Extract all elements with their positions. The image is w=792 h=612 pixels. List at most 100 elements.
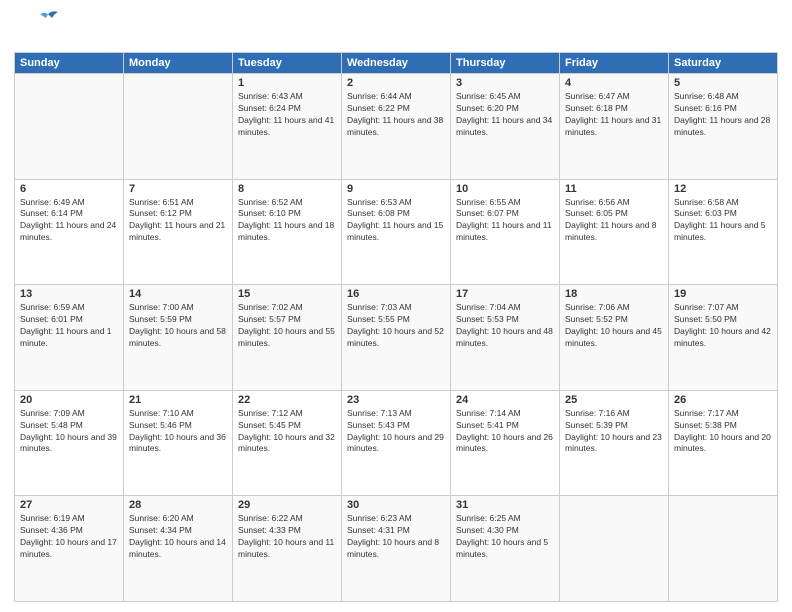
day-cell-4-1: 20 Sunrise: 7:09 AMSunset: 5:48 PMDayligh…: [15, 390, 124, 496]
day-info: Sunrise: 6:53 AMSunset: 6:08 PMDaylight:…: [347, 197, 445, 245]
day-info: Sunrise: 6:23 AMSunset: 4:31 PMDaylight:…: [347, 513, 445, 561]
day-cell-2-5: 10 Sunrise: 6:55 AMSunset: 6:07 PMDayligh…: [451, 179, 560, 285]
day-info: Sunrise: 6:47 AMSunset: 6:18 PMDaylight:…: [565, 91, 663, 139]
day-cell-3-1: 13Sunrise: 6:59 AMSunset: 6:01 PMDayligh…: [15, 285, 124, 391]
day-cell-1-6: 4 Sunrise: 6:47 AMSunset: 6:18 PMDaylight…: [560, 74, 669, 180]
day-number: 5: [674, 77, 772, 89]
day-number: 24: [456, 394, 554, 406]
day-info: Sunrise: 6:52 AMSunset: 6:10 PMDaylight:…: [238, 197, 336, 245]
week-row-2: 6 Sunrise: 6:49 AMSunset: 6:14 PMDaylight…: [15, 179, 778, 285]
day-number: 27: [20, 499, 118, 511]
day-number: 3: [456, 77, 554, 89]
day-info: Sunrise: 6:45 AMSunset: 6:20 PMDaylight:…: [456, 91, 554, 139]
day-info: Sunrise: 6:25 AMSunset: 4:30 PMDaylight:…: [456, 513, 554, 561]
header-day-thursday: Thursday: [451, 53, 560, 74]
day-info: Sunrise: 7:16 AMSunset: 5:39 PMDaylight:…: [565, 408, 663, 456]
day-info: Sunrise: 7:13 AMSunset: 5:43 PMDaylight:…: [347, 408, 445, 456]
day-cell-3-7: 19Sunrise: 7:07 AMSunset: 5:50 PMDayligh…: [669, 285, 778, 391]
day-cell-3-3: 15 Sunrise: 7:02 AMSunset: 5:57 PMDayligh…: [233, 285, 342, 391]
day-info: Sunrise: 6:51 AMSunset: 6:12 PMDaylight:…: [129, 197, 227, 245]
day-number: 1: [238, 77, 336, 89]
day-info: Sunrise: 6:19 AMSunset: 4:36 PMDaylight:…: [20, 513, 118, 561]
day-number: 17: [456, 288, 554, 300]
day-cell-4-4: 23 Sunrise: 7:13 AMSunset: 5:43 PMDayligh…: [342, 390, 451, 496]
header-day-saturday: Saturday: [669, 53, 778, 74]
day-number: 15: [238, 288, 336, 300]
day-number: 12: [674, 183, 772, 195]
day-cell-2-4: 9 Sunrise: 6:53 AMSunset: 6:08 PMDaylight…: [342, 179, 451, 285]
day-cell-2-2: 7 Sunrise: 6:51 AMSunset: 6:12 PMDaylight…: [124, 179, 233, 285]
day-number: 11: [565, 183, 663, 195]
calendar-table: SundayMondayTuesdayWednesdayThursdayFrid…: [14, 52, 778, 602]
day-cell-5-1: 27 Sunrise: 6:19 AMSunset: 4:36 PMDayligh…: [15, 496, 124, 602]
header-day-tuesday: Tuesday: [233, 53, 342, 74]
day-cell-5-3: 29 Sunrise: 6:22 AMSunset: 4:33 PMDayligh…: [233, 496, 342, 602]
day-cell-3-4: 16 Sunrise: 7:03 AMSunset: 5:55 PMDayligh…: [342, 285, 451, 391]
header-day-friday: Friday: [560, 53, 669, 74]
day-cell-3-2: 14Sunrise: 7:00 AMSunset: 5:59 PMDayligh…: [124, 285, 233, 391]
day-number: 9: [347, 183, 445, 195]
day-cell-2-3: 8 Sunrise: 6:52 AMSunset: 6:10 PMDaylight…: [233, 179, 342, 285]
page: SundayMondayTuesdayWednesdayThursdayFrid…: [0, 0, 792, 612]
day-number: 13: [20, 288, 118, 300]
day-info: Sunrise: 6:58 AMSunset: 6:03 PMDaylight:…: [674, 197, 772, 245]
day-cell-2-1: 6 Sunrise: 6:49 AMSunset: 6:14 PMDaylight…: [15, 179, 124, 285]
day-number: 4: [565, 77, 663, 89]
week-row-3: 13Sunrise: 6:59 AMSunset: 6:01 PMDayligh…: [15, 285, 778, 391]
day-cell-4-3: 22Sunrise: 7:12 AMSunset: 5:45 PMDayligh…: [233, 390, 342, 496]
day-number: 16: [347, 288, 445, 300]
day-info: Sunrise: 6:22 AMSunset: 4:33 PMDaylight:…: [238, 513, 336, 561]
day-number: 7: [129, 183, 227, 195]
day-info: Sunrise: 7:09 AMSunset: 5:48 PMDaylight:…: [20, 408, 118, 456]
day-info: Sunrise: 6:55 AMSunset: 6:07 PMDaylight:…: [456, 197, 554, 245]
day-cell-4-7: 26 Sunrise: 7:17 AMSunset: 5:38 PMDayligh…: [669, 390, 778, 496]
day-cell-4-2: 21Sunrise: 7:10 AMSunset: 5:46 PMDayligh…: [124, 390, 233, 496]
day-number: 18: [565, 288, 663, 300]
day-cell-1-5: 3 Sunrise: 6:45 AMSunset: 6:20 PMDaylight…: [451, 74, 560, 180]
day-info: Sunrise: 7:10 AMSunset: 5:46 PMDaylight:…: [129, 408, 227, 456]
header-day-monday: Monday: [124, 53, 233, 74]
day-cell-1-4: 2Sunrise: 6:44 AMSunset: 6:22 PMDaylight…: [342, 74, 451, 180]
day-number: 29: [238, 499, 336, 511]
day-number: 26: [674, 394, 772, 406]
day-number: 8: [238, 183, 336, 195]
day-info: Sunrise: 7:17 AMSunset: 5:38 PMDaylight:…: [674, 408, 772, 456]
day-number: 19: [674, 288, 772, 300]
day-cell-5-5: 31Sunrise: 6:25 AMSunset: 4:30 PMDayligh…: [451, 496, 560, 602]
header-day-wednesday: Wednesday: [342, 53, 451, 74]
day-cell-2-7: 12 Sunrise: 6:58 AMSunset: 6:03 PMDayligh…: [669, 179, 778, 285]
day-info: Sunrise: 7:02 AMSunset: 5:57 PMDaylight:…: [238, 302, 336, 350]
day-cell-5-2: 28 Sunrise: 6:20 AMSunset: 4:34 PMDayligh…: [124, 496, 233, 602]
day-info: Sunrise: 7:04 AMSunset: 5:53 PMDaylight:…: [456, 302, 554, 350]
day-cell-3-6: 18 Sunrise: 7:06 AMSunset: 5:52 PMDayligh…: [560, 285, 669, 391]
header: [14, 10, 778, 46]
day-cell-1-3: 1Sunrise: 6:43 AMSunset: 6:24 PMDaylight…: [233, 74, 342, 180]
day-cell-1-2: [124, 74, 233, 180]
day-cell-1-7: 5Sunrise: 6:48 AMSunset: 6:16 PMDaylight…: [669, 74, 778, 180]
day-info: Sunrise: 7:06 AMSunset: 5:52 PMDaylight:…: [565, 302, 663, 350]
day-cell-2-6: 11 Sunrise: 6:56 AMSunset: 6:05 PMDayligh…: [560, 179, 669, 285]
week-row-4: 20 Sunrise: 7:09 AMSunset: 5:48 PMDayligh…: [15, 390, 778, 496]
day-number: 10: [456, 183, 554, 195]
day-info: Sunrise: 6:44 AMSunset: 6:22 PMDaylight:…: [347, 91, 445, 139]
day-info: Sunrise: 6:20 AMSunset: 4:34 PMDaylight:…: [129, 513, 227, 561]
day-info: Sunrise: 7:14 AMSunset: 5:41 PMDaylight:…: [456, 408, 554, 456]
bird-icon: [38, 10, 58, 26]
week-row-5: 27 Sunrise: 6:19 AMSunset: 4:36 PMDayligh…: [15, 496, 778, 602]
day-number: 6: [20, 183, 118, 195]
day-number: 30: [347, 499, 445, 511]
day-cell-4-5: 24 Sunrise: 7:14 AMSunset: 5:41 PMDayligh…: [451, 390, 560, 496]
day-cell-3-5: 17 Sunrise: 7:04 AMSunset: 5:53 PMDayligh…: [451, 285, 560, 391]
day-info: Sunrise: 6:49 AMSunset: 6:14 PMDaylight:…: [20, 197, 118, 245]
day-info: Sunrise: 6:56 AMSunset: 6:05 PMDaylight:…: [565, 197, 663, 245]
day-cell-4-6: 25Sunrise: 7:16 AMSunset: 5:39 PMDayligh…: [560, 390, 669, 496]
day-info: Sunrise: 7:03 AMSunset: 5:55 PMDaylight:…: [347, 302, 445, 350]
logo: [14, 10, 60, 46]
day-number: 14: [129, 288, 227, 300]
day-number: 20: [20, 394, 118, 406]
day-cell-5-6: [560, 496, 669, 602]
day-number: 23: [347, 394, 445, 406]
header-row: SundayMondayTuesdayWednesdayThursdayFrid…: [15, 53, 778, 74]
day-cell-5-4: 30 Sunrise: 6:23 AMSunset: 4:31 PMDayligh…: [342, 496, 451, 602]
day-number: 28: [129, 499, 227, 511]
